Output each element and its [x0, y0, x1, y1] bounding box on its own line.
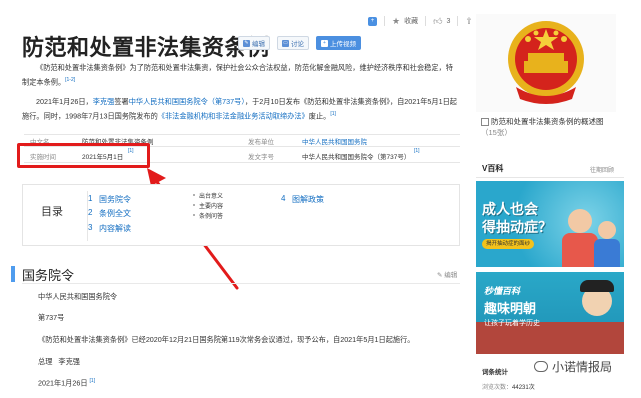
- like-count: 3: [446, 17, 451, 25]
- highlight-box: [17, 143, 150, 168]
- citation[interactable]: [1]: [330, 111, 336, 117]
- summary-text: 废止。: [308, 111, 331, 121]
- toc-item-number: 3: [88, 223, 93, 232]
- video-card-ming-dynasty[interactable]: 秒懂百科 趣味明朝 让孩子玩着学历史: [476, 272, 624, 354]
- video-card-tic-disorder[interactable]: 成人也会 得抽动症？ 揭开抽动症的面纱: [476, 181, 624, 267]
- upload-video-button[interactable]: + 上传视频: [316, 36, 361, 50]
- section-edit-link[interactable]: ✎ 编辑: [437, 269, 457, 279]
- summary-text: 《防范和处置非法集资条例》为了防范和处置非法集资，保护社会公众合法权益，防范化解…: [22, 63, 453, 87]
- info-key-doc-number: 发文字号: [248, 154, 274, 161]
- info-value-publisher[interactable]: 中华人民共和国国务院: [302, 136, 367, 146]
- citation[interactable]: [1]: [414, 148, 420, 154]
- summary-text: 签署: [114, 97, 129, 106]
- action-bar: + ★ 收藏 👍︎ 3 ⇪ 42: [368, 16, 485, 26]
- chat-icon: ▭: [282, 39, 289, 47]
- stats-heading: 词条统计: [482, 369, 508, 376]
- order-heading: 中华人民共和国国务院令: [38, 292, 118, 301]
- toc-item-full-text[interactable]: 条例全文: [99, 208, 131, 219]
- video-card-brand: 秒懂百科: [484, 286, 521, 296]
- vbaike-heading: V百科: [482, 164, 504, 173]
- info-key-publisher: 发布单位: [248, 139, 274, 146]
- toc-item-interpretation[interactable]: 内容解读: [99, 223, 131, 234]
- summary-text: 2021年1月26日，: [36, 97, 93, 106]
- link-li-keqiang[interactable]: 李克强: [93, 97, 115, 106]
- upload-video-label: 上传视频: [330, 41, 356, 48]
- premier-line: 总理 李克强: [38, 357, 80, 367]
- star-icon[interactable]: ★: [392, 16, 400, 26]
- video-card-title-line1: 成人也会: [482, 201, 538, 217]
- section-title: 国务院令: [22, 268, 75, 283]
- info-value-doc-number: 中华人民共和国国务院令（第737号）: [302, 154, 411, 161]
- citation[interactable]: [1]: [90, 378, 96, 384]
- link-abolished-measures[interactable]: 《非法金融机构和非法金融业务活动取缔办法》: [158, 111, 309, 120]
- edit-button[interactable]: ✎ 编辑: [238, 36, 270, 50]
- divider: [24, 134, 460, 135]
- overview-count: （15张）: [481, 128, 512, 137]
- national-emblem-image[interactable]: [476, 14, 616, 112]
- order-number: 第737号: [38, 313, 65, 322]
- toc-label: 目录: [41, 206, 63, 218]
- stats-views: 浏览次数：44231次: [482, 382, 535, 391]
- image-gallery-icon: [481, 118, 489, 127]
- video-card-title: 趣味明朝: [484, 301, 537, 316]
- premier-title: 总理: [38, 357, 53, 366]
- collect-label[interactable]: 收藏: [404, 16, 418, 26]
- toc-item-number: 2: [88, 208, 93, 217]
- page: { "header": { "title": "防范和处置非法集资条例", "e…: [0, 0, 641, 398]
- divider: [22, 283, 460, 284]
- order-date: 2021年1月26日: [38, 378, 88, 388]
- summary-paragraph-2: 2021年1月26日，李克强签署中华人民共和国国务院令（第737号），于2月10…: [22, 96, 458, 122]
- discuss-button-label: 讨论: [291, 41, 304, 48]
- edit-button-label: 编辑: [252, 41, 265, 48]
- thumbs-up-icon[interactable]: 👍︎: [433, 16, 442, 26]
- toc-item-infographic[interactable]: 图解政策: [292, 194, 324, 205]
- discuss-button[interactable]: ▭ 讨论: [277, 36, 309, 50]
- toc-sub-significance[interactable]: 出台意义: [199, 191, 223, 200]
- overview-link-text: 防范和处置非法集资条例的概述图: [491, 117, 604, 126]
- toc-sub-main-content[interactable]: 主要内容: [199, 201, 223, 210]
- toc-item-number: 1: [88, 194, 93, 203]
- overview-images-link[interactable]: 防范和处置非法集资条例的概述图 （15张）: [481, 116, 621, 138]
- citation[interactable]: [1-2]: [65, 77, 75, 83]
- watermark: 小诺情报局: [530, 356, 617, 377]
- wechat-icon: [534, 361, 548, 372]
- order-date-line: 2021年1月26日 [1]: [38, 378, 95, 388]
- section-edit-label: 编辑: [444, 272, 458, 279]
- emblem-icon: [508, 21, 584, 104]
- stats-views-value: 44231次: [512, 385, 535, 391]
- page-title: 防范和处置非法集资条例: [22, 35, 270, 60]
- vbaike-more-link[interactable]: 往期回顾: [590, 165, 614, 174]
- video-card-subtitle: 让孩子玩着学历史: [484, 320, 540, 327]
- toc-item-state-council-order[interactable]: 国务院令: [99, 194, 131, 205]
- pencil-icon: ✎: [243, 39, 250, 47]
- pencil-icon: ✎: [437, 272, 443, 279]
- watermark-text: 小诺情报局: [552, 360, 613, 374]
- character-illustration: [568, 209, 592, 233]
- video-card-subtitle: 揭开抽动症的面纱: [482, 239, 535, 249]
- premier-name: 李克强: [58, 357, 80, 366]
- section-marker: [11, 266, 15, 282]
- summary-paragraph-1: 《防范和处置非法集资条例》为了防范和处置非法集资，保护社会公众合法权益，防范化解…: [22, 62, 458, 88]
- order-text: 《防范和处置非法集资条例》已经2020年12月21日国务院第119次常务会议通过…: [38, 335, 415, 344]
- stats-views-label: 浏览次数：: [482, 385, 513, 391]
- link-state-council-order[interactable]: 中华人民共和国国务院令（第737号）: [129, 97, 245, 106]
- toc-sub-qa[interactable]: 条例问答: [199, 211, 223, 220]
- share-icon[interactable]: ⇪: [465, 16, 473, 26]
- video-card-title-line2: 得抽动症？: [482, 219, 552, 235]
- toc-item-number: 4: [281, 194, 286, 203]
- plus-icon: +: [321, 39, 328, 47]
- plus-icon[interactable]: +: [368, 16, 377, 26]
- table-of-contents: 目录 1 国务院令 2 条例全文 3 内容解读 出台意义 主要内容 条例问答 4…: [22, 184, 460, 246]
